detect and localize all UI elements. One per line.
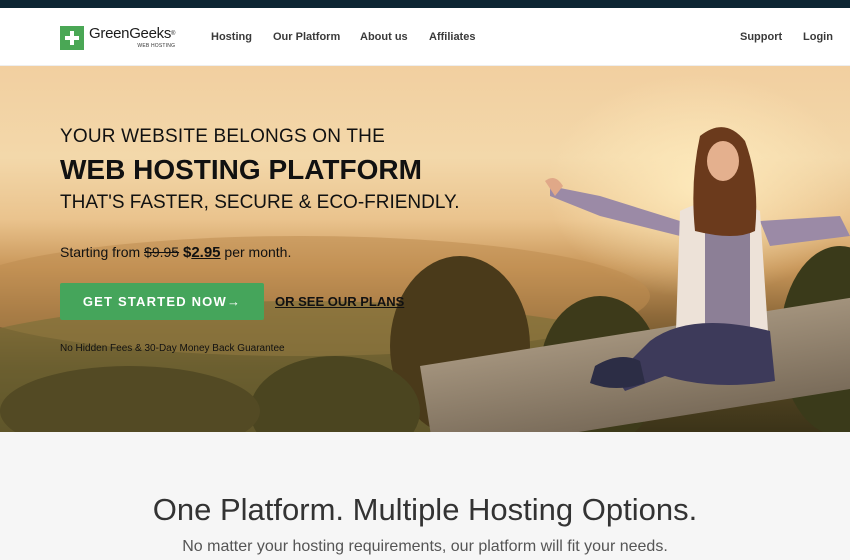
old-price: $9.95 (144, 244, 180, 260)
logo-plus-icon (60, 26, 84, 50)
new-price: $2.95 (183, 244, 221, 261)
site-header: GreenGeeks® WEB HOSTING Hosting Our Plat… (0, 8, 850, 66)
headline-line-1: YOUR WEBSITE BELONGS ON THE (60, 126, 385, 147)
section-title: One Platform. Multiple Hosting Options. (152, 492, 698, 527)
get-started-label: GET STARTED NOW (82, 294, 227, 309)
nav-about-us[interactable]: About us (360, 31, 408, 43)
hero-banner: YOUR WEBSITE BELONGS ON THE WEB HOSTING … (0, 66, 850, 432)
see-plans-link[interactable]: OR SEE OUR PLANS (275, 294, 404, 309)
section-subtitle: No matter your hosting requirements, our… (182, 538, 668, 555)
hero-headline: YOUR WEBSITE BELONGS ON THE WEB HOSTING … (60, 126, 460, 214)
hosting-options-section: One Platform. Multiple Hosting Options. … (0, 432, 850, 560)
registered-mark: ® (171, 31, 176, 37)
nav-affiliates[interactable]: Affiliates (429, 31, 475, 43)
arrow-right-icon: → (226, 294, 242, 309)
logo-text: GreenGeeks® WEB HOSTING (89, 25, 176, 50)
pricing-text: Starting from $9.95 $2.95 per month. (60, 244, 291, 261)
brand-tagline: WEB HOSTING (137, 43, 176, 49)
logo-link[interactable]: GreenGeeks® WEB HOSTING (60, 26, 175, 50)
woman-figure (545, 127, 850, 391)
price-suffix: per month. (224, 244, 292, 260)
get-started-button[interactable]: GET STARTED NOW → (60, 283, 264, 320)
new-price-value: 2.95 (191, 244, 221, 261)
brand-name: GreenGeeks (89, 25, 172, 42)
headline-line-3: THAT'S FASTER, SECURE & ECO-FRIENDLY. (60, 192, 460, 213)
guarantee-text: No Hidden Fees & 30-Day Money Back Guara… (60, 343, 285, 354)
price-prefix: Starting from (60, 244, 141, 260)
nav-hosting[interactable]: Hosting (211, 31, 252, 43)
nav-login[interactable]: Login (803, 31, 833, 43)
nav-support[interactable]: Support (740, 31, 782, 43)
top-accent-bar (0, 0, 850, 8)
headline-line-2: WEB HOSTING PLATFORM (60, 154, 422, 185)
nav-our-platform[interactable]: Our Platform (273, 31, 340, 43)
